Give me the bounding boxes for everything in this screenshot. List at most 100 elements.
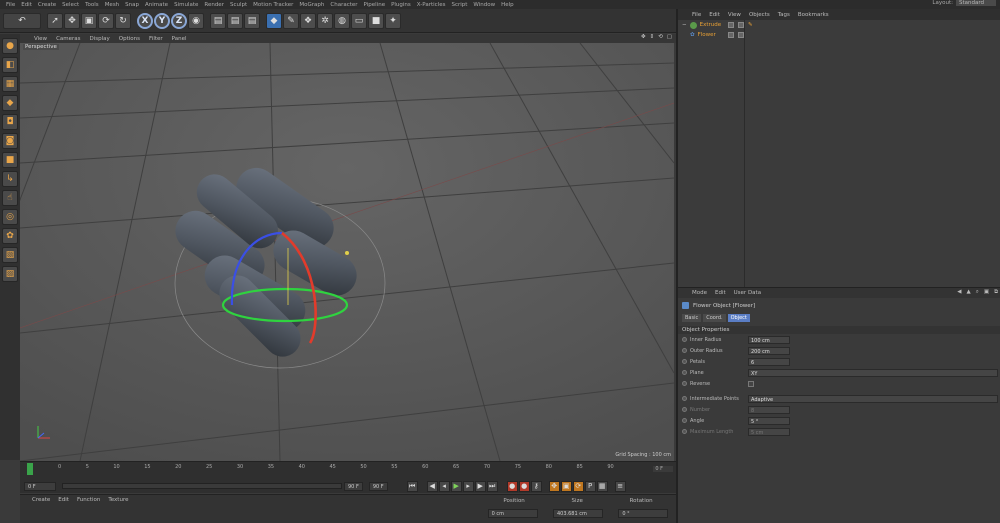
end-frame-field[interactable]: 90 F: [368, 481, 388, 491]
search-icon[interactable]: ⌕: [976, 289, 979, 296]
key-scale-button[interactable]: ▣: [560, 480, 572, 492]
material-menu-edit[interactable]: Edit: [58, 497, 69, 503]
menu-pipeline[interactable]: Pipeline: [364, 2, 386, 8]
expand-icon[interactable]: −: [682, 22, 687, 28]
camera-button[interactable]: ■: [368, 12, 384, 29]
workplane-mode-button[interactable]: ▧: [2, 247, 18, 263]
om-menu-objects[interactable]: Objects: [749, 12, 770, 18]
new-window-icon[interactable]: ⧉: [994, 289, 998, 296]
locked-workplane-button[interactable]: ▨: [2, 266, 18, 282]
outer-radius-field[interactable]: 200 cm: [748, 346, 790, 355]
environment-button[interactable]: ▭: [351, 12, 367, 29]
scale-tool-button[interactable]: ▣: [81, 12, 97, 29]
menu-x-particles[interactable]: X-Particles: [417, 2, 446, 8]
play-button[interactable]: ▶: [450, 480, 462, 492]
y-axis-lock-button[interactable]: Y: [154, 12, 170, 29]
keyframe-dot-icon[interactable]: [682, 407, 687, 412]
lock-icon[interactable]: ▣: [984, 289, 989, 296]
phong-tag-icon[interactable]: ✎: [748, 22, 753, 28]
rotation-h-field[interactable]: 0 °: [618, 509, 669, 518]
x-axis-lock-button[interactable]: X: [137, 12, 153, 29]
menu-mesh[interactable]: Mesh: [105, 2, 119, 8]
menu-help[interactable]: Help: [501, 2, 514, 8]
size-x-field[interactable]: 403.681 cm: [552, 509, 603, 518]
prev-key-button[interactable]: ◀: [426, 480, 438, 492]
render-toggle-icon[interactable]: [738, 32, 744, 38]
menu-edit[interactable]: Edit: [21, 2, 32, 8]
menu-select[interactable]: Select: [62, 2, 79, 8]
goto-end-button[interactable]: ⏭: [486, 480, 498, 492]
om-menu-bookmarks[interactable]: Bookmarks: [798, 12, 829, 18]
keyframe-dot-icon[interactable]: [682, 337, 687, 342]
om-menu-file[interactable]: File: [692, 12, 701, 18]
workplane-button[interactable]: ◆: [2, 95, 18, 111]
start-frame-field[interactable]: 0 F: [24, 481, 56, 491]
render-picture-viewer-button[interactable]: ▤: [227, 12, 243, 29]
viewport-menu-options[interactable]: Options: [119, 36, 140, 42]
pan-icon[interactable]: ✥: [641, 34, 646, 40]
next-frame-button[interactable]: ▸: [462, 480, 474, 492]
back-arrow-icon[interactable]: ◀: [957, 289, 961, 296]
points-mode-button[interactable]: ◘: [2, 114, 18, 130]
keyframe-dot-icon[interactable]: [682, 429, 687, 434]
up-arrow-icon[interactable]: ▲: [967, 289, 971, 296]
pen-button[interactable]: ✎: [283, 12, 299, 29]
menu-window[interactable]: Window: [473, 2, 495, 8]
coordinate-system-button[interactable]: ◉: [188, 12, 204, 29]
model-mode-button[interactable]: ◧: [2, 57, 18, 73]
am-menu-mode[interactable]: Mode: [692, 290, 707, 296]
menu-sculpt[interactable]: Sculpt: [230, 2, 247, 8]
viewport-menu-filter[interactable]: Filter: [149, 36, 163, 42]
material-menu-create[interactable]: Create: [32, 497, 50, 503]
snap-button[interactable]: ◎: [2, 209, 18, 225]
light-button[interactable]: ✦: [385, 12, 401, 29]
om-menu-view[interactable]: View: [728, 12, 741, 18]
move-tool-button[interactable]: ✥: [64, 12, 80, 29]
number-field[interactable]: 8: [748, 405, 790, 414]
tab-object[interactable]: Object: [727, 314, 750, 322]
cloner-button[interactable]: ✲: [317, 12, 333, 29]
menu-motion-tracker[interactable]: Motion Tracker: [253, 2, 293, 8]
menu-plugins[interactable]: Plugins: [391, 2, 411, 8]
autokey-button[interactable]: ●: [518, 480, 530, 492]
menu-script[interactable]: Script: [451, 2, 467, 8]
keyframe-dot-icon[interactable]: [682, 359, 687, 364]
key-pla-button[interactable]: ▦: [596, 480, 608, 492]
deformer-button[interactable]: ◍: [334, 12, 350, 29]
orbit-icon[interactable]: ⟲: [658, 34, 663, 40]
object-name[interactable]: Extrude: [700, 22, 722, 28]
rotate-tool-button[interactable]: ⟳: [98, 12, 114, 29]
keyframe-dot-icon[interactable]: [682, 348, 687, 353]
object-row-flower[interactable]: ✿ Flower: [678, 30, 1000, 40]
axis-mode-button[interactable]: ↳: [2, 171, 18, 187]
visibility-toggle-icon[interactable]: [728, 22, 734, 28]
keyframe-dot-icon[interactable]: [682, 396, 687, 401]
menu-tools[interactable]: Tools: [85, 2, 99, 8]
object-row-extrude[interactable]: − Extrude ✎: [678, 20, 1000, 30]
texture-mode-button[interactable]: ▦: [2, 76, 18, 92]
timeline-ruler[interactable]: 0 5 10 15 20 25 30 35 40 45 50 55 60 65 …: [20, 461, 676, 479]
keyframe-dot-icon[interactable]: [682, 381, 687, 386]
render-settings-button[interactable]: ▤: [244, 12, 260, 29]
menu-mograph[interactable]: MoGraph: [299, 2, 324, 8]
prev-frame-button[interactable]: ◂: [438, 480, 450, 492]
plane-dropdown[interactable]: XY: [748, 368, 998, 377]
visibility-toggle-icon[interactable]: [728, 32, 734, 38]
intermediate-points-dropdown[interactable]: Adaptive: [748, 394, 998, 403]
keyframe-dot-icon[interactable]: [682, 370, 687, 375]
recent-tool-button[interactable]: ↻: [115, 12, 131, 29]
viewport-menu-view[interactable]: View: [34, 36, 47, 42]
key-position-button[interactable]: ✥: [548, 480, 560, 492]
tab-coord[interactable]: Coord.: [703, 314, 726, 322]
menu-character[interactable]: Character: [330, 2, 357, 8]
inner-radius-field[interactable]: 100 cm: [748, 335, 790, 344]
render-toggle-icon[interactable]: [738, 22, 744, 28]
menu-simulate[interactable]: Simulate: [174, 2, 198, 8]
timeline-menu-button[interactable]: ≡: [614, 480, 626, 492]
undo-button[interactable]: ↶: [3, 12, 41, 29]
layout-dropdown[interactable]: Standard: [955, 0, 996, 6]
preview-end-field[interactable]: 90 F: [344, 481, 363, 491]
record-button[interactable]: ●: [506, 480, 518, 492]
keyframe-selection-button[interactable]: ⚷: [530, 480, 542, 492]
menu-file[interactable]: File: [6, 2, 15, 8]
